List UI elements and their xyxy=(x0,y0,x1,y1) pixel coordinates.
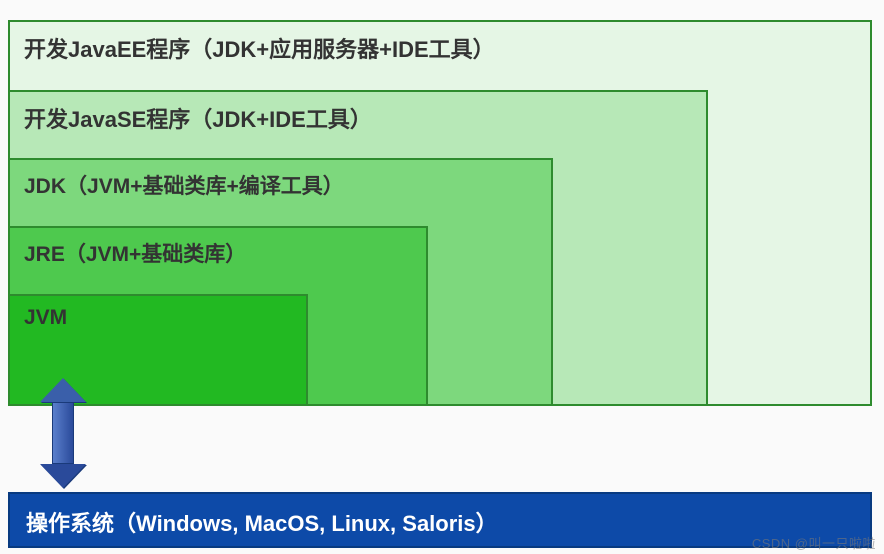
bidirectional-arrow-icon xyxy=(40,378,86,488)
watermark-text: CSDN @叫一只啦啦 xyxy=(752,533,876,552)
layer-os: 操作系统（Windows, MacOS, Linux, Saloris） xyxy=(8,492,872,548)
